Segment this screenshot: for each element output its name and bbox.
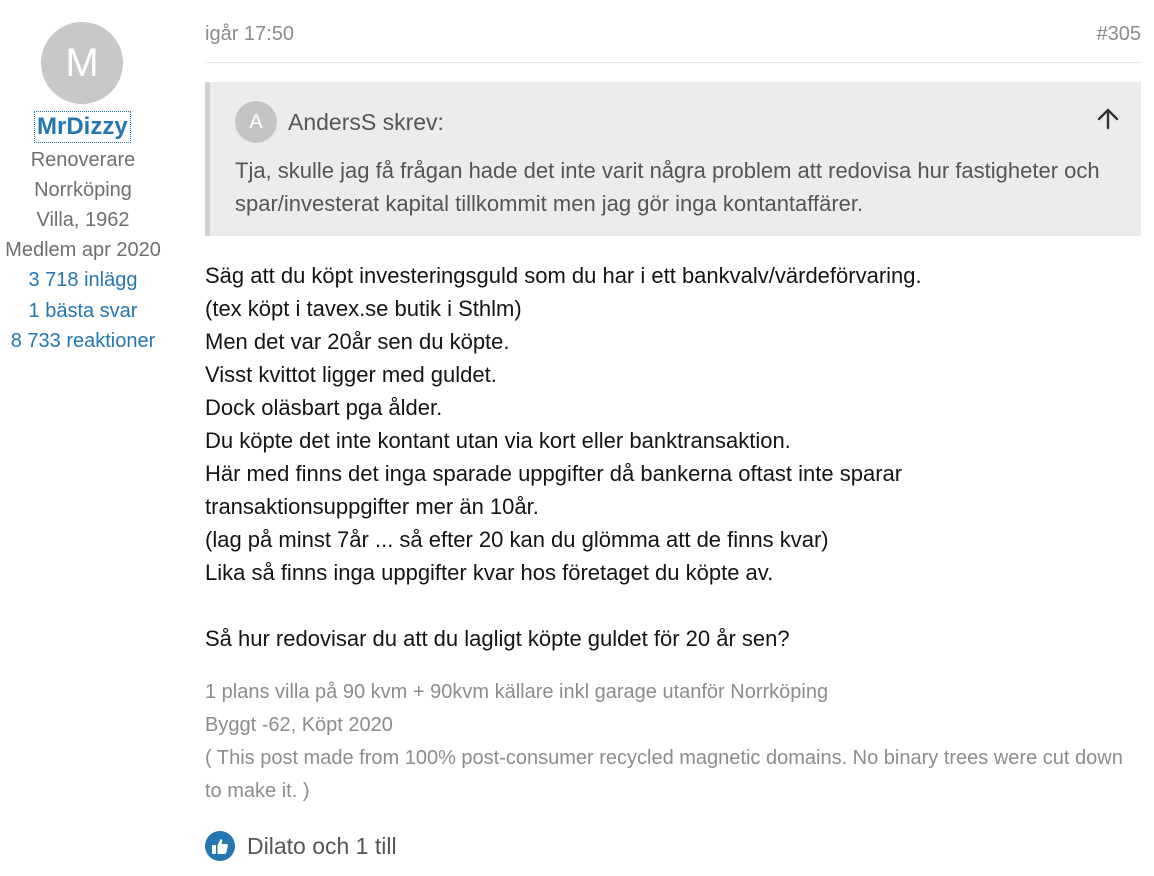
signature-line: 1 plans villa på 90 kvm + 90kvm källare … — [205, 681, 829, 703]
member-since: Medlem apr 2020 — [5, 239, 161, 261]
body-question: Så hur redovisar du att du lagligt köpte… — [205, 626, 790, 651]
body-line: Du köpte det inte kontant utan via kort … — [205, 428, 791, 453]
user-title: Renoverare — [30, 149, 136, 171]
posts-count-link[interactable]: 3 718 inlägg — [0, 268, 166, 292]
user-location: Norrköping — [34, 179, 132, 201]
arrow-up-icon[interactable] — [1095, 106, 1121, 132]
body-line: Lika så finns inga uppgifter kvar hos fö… — [205, 560, 774, 585]
post-number-link[interactable]: #305 — [1097, 22, 1142, 46]
body-line: (lag på minst 7år ... så efter 20 kan du… — [205, 527, 829, 552]
post-date-link[interactable]: igår 17:50 — [205, 22, 294, 46]
body-line: Säg att du köpt investeringsguld som du … — [205, 263, 922, 288]
best-answers-link[interactable]: 1 bästa svar — [0, 299, 166, 323]
avatar[interactable]: M — [41, 22, 123, 104]
quote-text: Tja, skulle jag få frågan hade det inte … — [235, 158, 1100, 216]
thumbs-up-icon — [205, 831, 235, 861]
quote-author-link[interactable]: AndersS skrev: — [288, 109, 444, 135]
quote-block: A AndersS skrev: Tja, skulle jag få fråg… — [205, 82, 1141, 236]
signature-line: Byggt -62, Köpt 2020 — [205, 714, 393, 736]
reactions-count-link[interactable]: 8 733 reaktioner — [0, 329, 166, 353]
post-body: Säg att du köpt investeringsguld som du … — [205, 259, 1141, 655]
signature-line: ( This post made from 100% post-consumer… — [205, 747, 1123, 802]
body-line: Här med finns det inga sparade uppgifter… — [205, 461, 903, 486]
header-divider — [205, 62, 1141, 63]
quote-avatar[interactable]: A — [235, 101, 277, 143]
body-line: Dock oläsbart pga ålder. — [205, 395, 443, 420]
body-line: transaktionsuppgifter mer än 10år. — [205, 494, 539, 519]
username-link[interactable]: MrDizzy — [34, 111, 131, 143]
body-line: (tex köpt i tavex.se butik i Sthlm) — [205, 296, 522, 321]
reactions-link[interactable]: Dilato och 1 till — [247, 833, 397, 859]
body-line: Visst kvittot ligger med guldet. — [205, 362, 497, 387]
user-house: Villa, 1962 — [36, 209, 130, 231]
body-line: Men det var 20år sen du köpte. — [205, 329, 510, 354]
signature: 1 plans villa på 90 kvm + 90kvm källare … — [205, 676, 1141, 808]
